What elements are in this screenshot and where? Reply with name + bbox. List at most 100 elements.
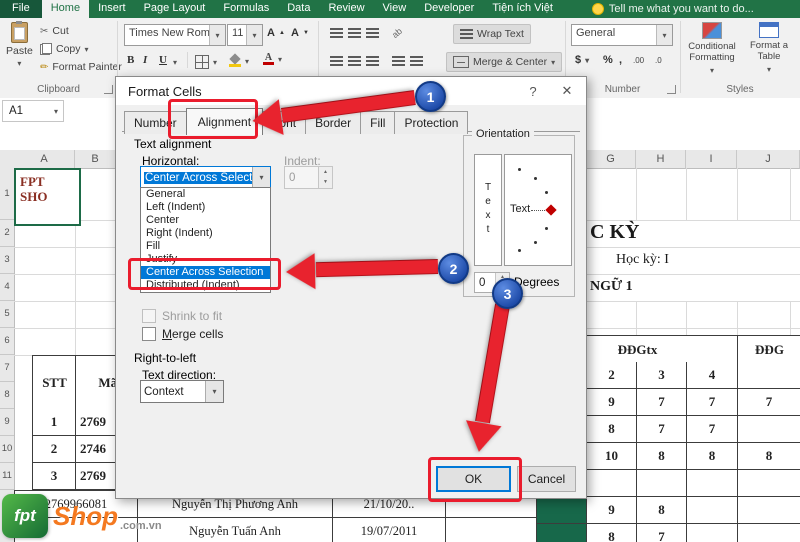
sheet-cell[interactable]: 7: [738, 389, 800, 416]
currency-button[interactable]: $ ▾: [575, 54, 589, 66]
sheet-cell[interactable]: 7: [687, 416, 738, 443]
number-format-combo[interactable]: General ▾: [571, 24, 673, 46]
increase-indent-icon[interactable]: [410, 56, 423, 67]
sheet-cell[interactable]: 7: [637, 416, 687, 443]
shrink-font-button[interactable]: A ▼: [291, 27, 309, 39]
orientation-vertical-text[interactable]: Text: [474, 154, 502, 266]
comma-button[interactable]: ,: [619, 54, 622, 66]
ribbon-tab[interactable]: Home: [41, 0, 90, 18]
column-header[interactable]: B: [75, 150, 116, 169]
sheet-cell[interactable]: [637, 470, 687, 497]
orientation-icon[interactable]: ab: [390, 26, 404, 40]
font-size-combo[interactable]: 11 ▾: [227, 24, 263, 46]
column-header[interactable]: I: [686, 150, 737, 169]
wrap-text-button[interactable]: Wrap Text: [453, 24, 531, 44]
column-header[interactable]: A: [14, 150, 75, 169]
sheet-cell[interactable]: [687, 497, 738, 524]
decrease-decimal-button[interactable]: .0: [655, 56, 662, 65]
sheet-cell[interactable]: 1: [33, 409, 76, 436]
sheet-cell[interactable]: 8: [738, 443, 800, 470]
align-middle-icon[interactable]: [348, 28, 361, 39]
sheet-cell[interactable]: 7: [687, 389, 738, 416]
sheet-subtitle2-text[interactable]: NGỮ 1: [590, 279, 633, 295]
format-as-table-button[interactable]: Format a Table ▾: [744, 22, 794, 75]
row-header[interactable]: 6: [0, 328, 14, 355]
spin-up-icon[interactable]: ▲: [319, 167, 332, 178]
format-painter-button[interactable]: ✏ Format Painter: [40, 61, 122, 73]
sheet-cell[interactable]: [537, 497, 587, 524]
number-dialog-launcher-icon[interactable]: [667, 85, 676, 94]
active-cell-a1[interactable]: FPT SHO: [14, 168, 81, 226]
sheet-subtitle-text[interactable]: Học kỳ: I: [616, 252, 669, 268]
merge-center-button[interactable]: Merge & Center ▾: [446, 52, 563, 72]
sheet-cell[interactable]: 8: [587, 524, 637, 542]
dropdown-option[interactable]: Fill: [141, 240, 270, 253]
sheet-cell[interactable]: [738, 362, 800, 389]
dropdown-option[interactable]: Left (Indent): [141, 201, 270, 214]
sheet-cell[interactable]: [738, 497, 800, 524]
clipboard-dialog-launcher-icon[interactable]: [104, 85, 113, 94]
sheet-cell[interactable]: 19/07/2011: [333, 518, 446, 542]
sheet-cell[interactable]: [687, 470, 738, 497]
tab-file[interactable]: File: [0, 0, 42, 18]
dropdown-option[interactable]: General: [141, 188, 270, 201]
sheet-cell[interactable]: 2: [33, 436, 76, 463]
text-direction-combo[interactable]: Context ▾: [140, 380, 224, 403]
dialog-help-button[interactable]: ?: [516, 77, 550, 105]
row-header[interactable]: 10: [0, 436, 14, 463]
chevron-down-icon[interactable]: ▾: [205, 381, 223, 402]
chevron-down-icon[interactable]: ▾: [656, 25, 672, 45]
dial-handle-icon[interactable]: [545, 204, 557, 216]
name-box[interactable]: A1 ▾: [2, 100, 64, 122]
chevron-down-icon[interactable]: ▾: [209, 25, 225, 45]
sheet-cell[interactable]: [738, 470, 800, 497]
underline-button[interactable]: U: [159, 54, 167, 66]
row-header[interactable]: 5: [0, 301, 14, 328]
font-name-combo[interactable]: Times New Roma ▾: [124, 24, 226, 46]
row-header[interactable]: 3: [0, 247, 14, 274]
spin-down-icon[interactable]: ▼: [319, 177, 332, 188]
ribbon-tab[interactable]: Formulas: [214, 0, 278, 18]
sheet-cell[interactable]: 8: [637, 497, 687, 524]
ribbon-tab[interactable]: Review: [319, 0, 373, 18]
sheet-cell[interactable]: 8: [587, 416, 637, 443]
borders-button[interactable]: ▾: [195, 55, 217, 69]
column-header[interactable]: J: [737, 150, 800, 169]
chevron-down-icon[interactable]: ▾: [49, 107, 63, 116]
sheet-cell[interactable]: 8: [687, 443, 738, 470]
increase-decimal-button[interactable]: .00: [633, 56, 644, 65]
row-header[interactable]: 11: [0, 463, 14, 490]
sheet-cell[interactable]: 9: [587, 389, 637, 416]
stt-header-cell[interactable]: STT: [32, 355, 77, 411]
align-left-icon[interactable]: [330, 56, 343, 67]
sheet-cell[interactable]: 10: [587, 443, 637, 470]
sheet-cell[interactable]: [687, 524, 738, 542]
row-header[interactable]: 1: [0, 168, 14, 220]
bold-button[interactable]: B: [127, 54, 134, 66]
italic-button[interactable]: I: [143, 54, 147, 66]
chevron-down-icon[interactable]: ▾: [246, 25, 262, 45]
orientation-dial[interactable]: Text: [504, 154, 572, 266]
merge-cells-checkbox[interactable]: [142, 327, 156, 341]
tell-me[interactable]: Tell me what you want to do...: [591, 0, 754, 18]
column-header[interactable]: H: [636, 150, 686, 169]
row-header[interactable]: 2: [0, 220, 14, 247]
cancel-button[interactable]: Cancel: [517, 466, 576, 492]
sheet-cell[interactable]: [537, 524, 587, 542]
shrink-to-fit-row[interactable]: Shrink to fit: [142, 309, 222, 323]
merge-cells-row[interactable]: Merge cells: [142, 327, 223, 341]
copy-button[interactable]: Copy ▾: [40, 43, 89, 55]
sheet-cell[interactable]: [587, 470, 637, 497]
sheet-cell[interactable]: [738, 524, 800, 542]
sheet-cell[interactable]: [446, 518, 537, 542]
sheet-cell[interactable]: 4: [687, 362, 738, 389]
sheet-cell[interactable]: 9: [587, 497, 637, 524]
sheet-cell[interactable]: 2: [587, 362, 637, 389]
sheet-cell[interactable]: Nguyễn Tuấn Anh: [138, 518, 333, 542]
sheet-cell[interactable]: 8: [637, 443, 687, 470]
paste-button[interactable]: Paste ▾: [6, 21, 33, 68]
horizontal-combo[interactable]: Center Across Selection ▾: [140, 166, 271, 189]
select-all-corner[interactable]: [0, 150, 15, 169]
dropdown-option[interactable]: Right (Indent): [141, 227, 270, 240]
dropdown-option[interactable]: Center: [141, 214, 270, 227]
